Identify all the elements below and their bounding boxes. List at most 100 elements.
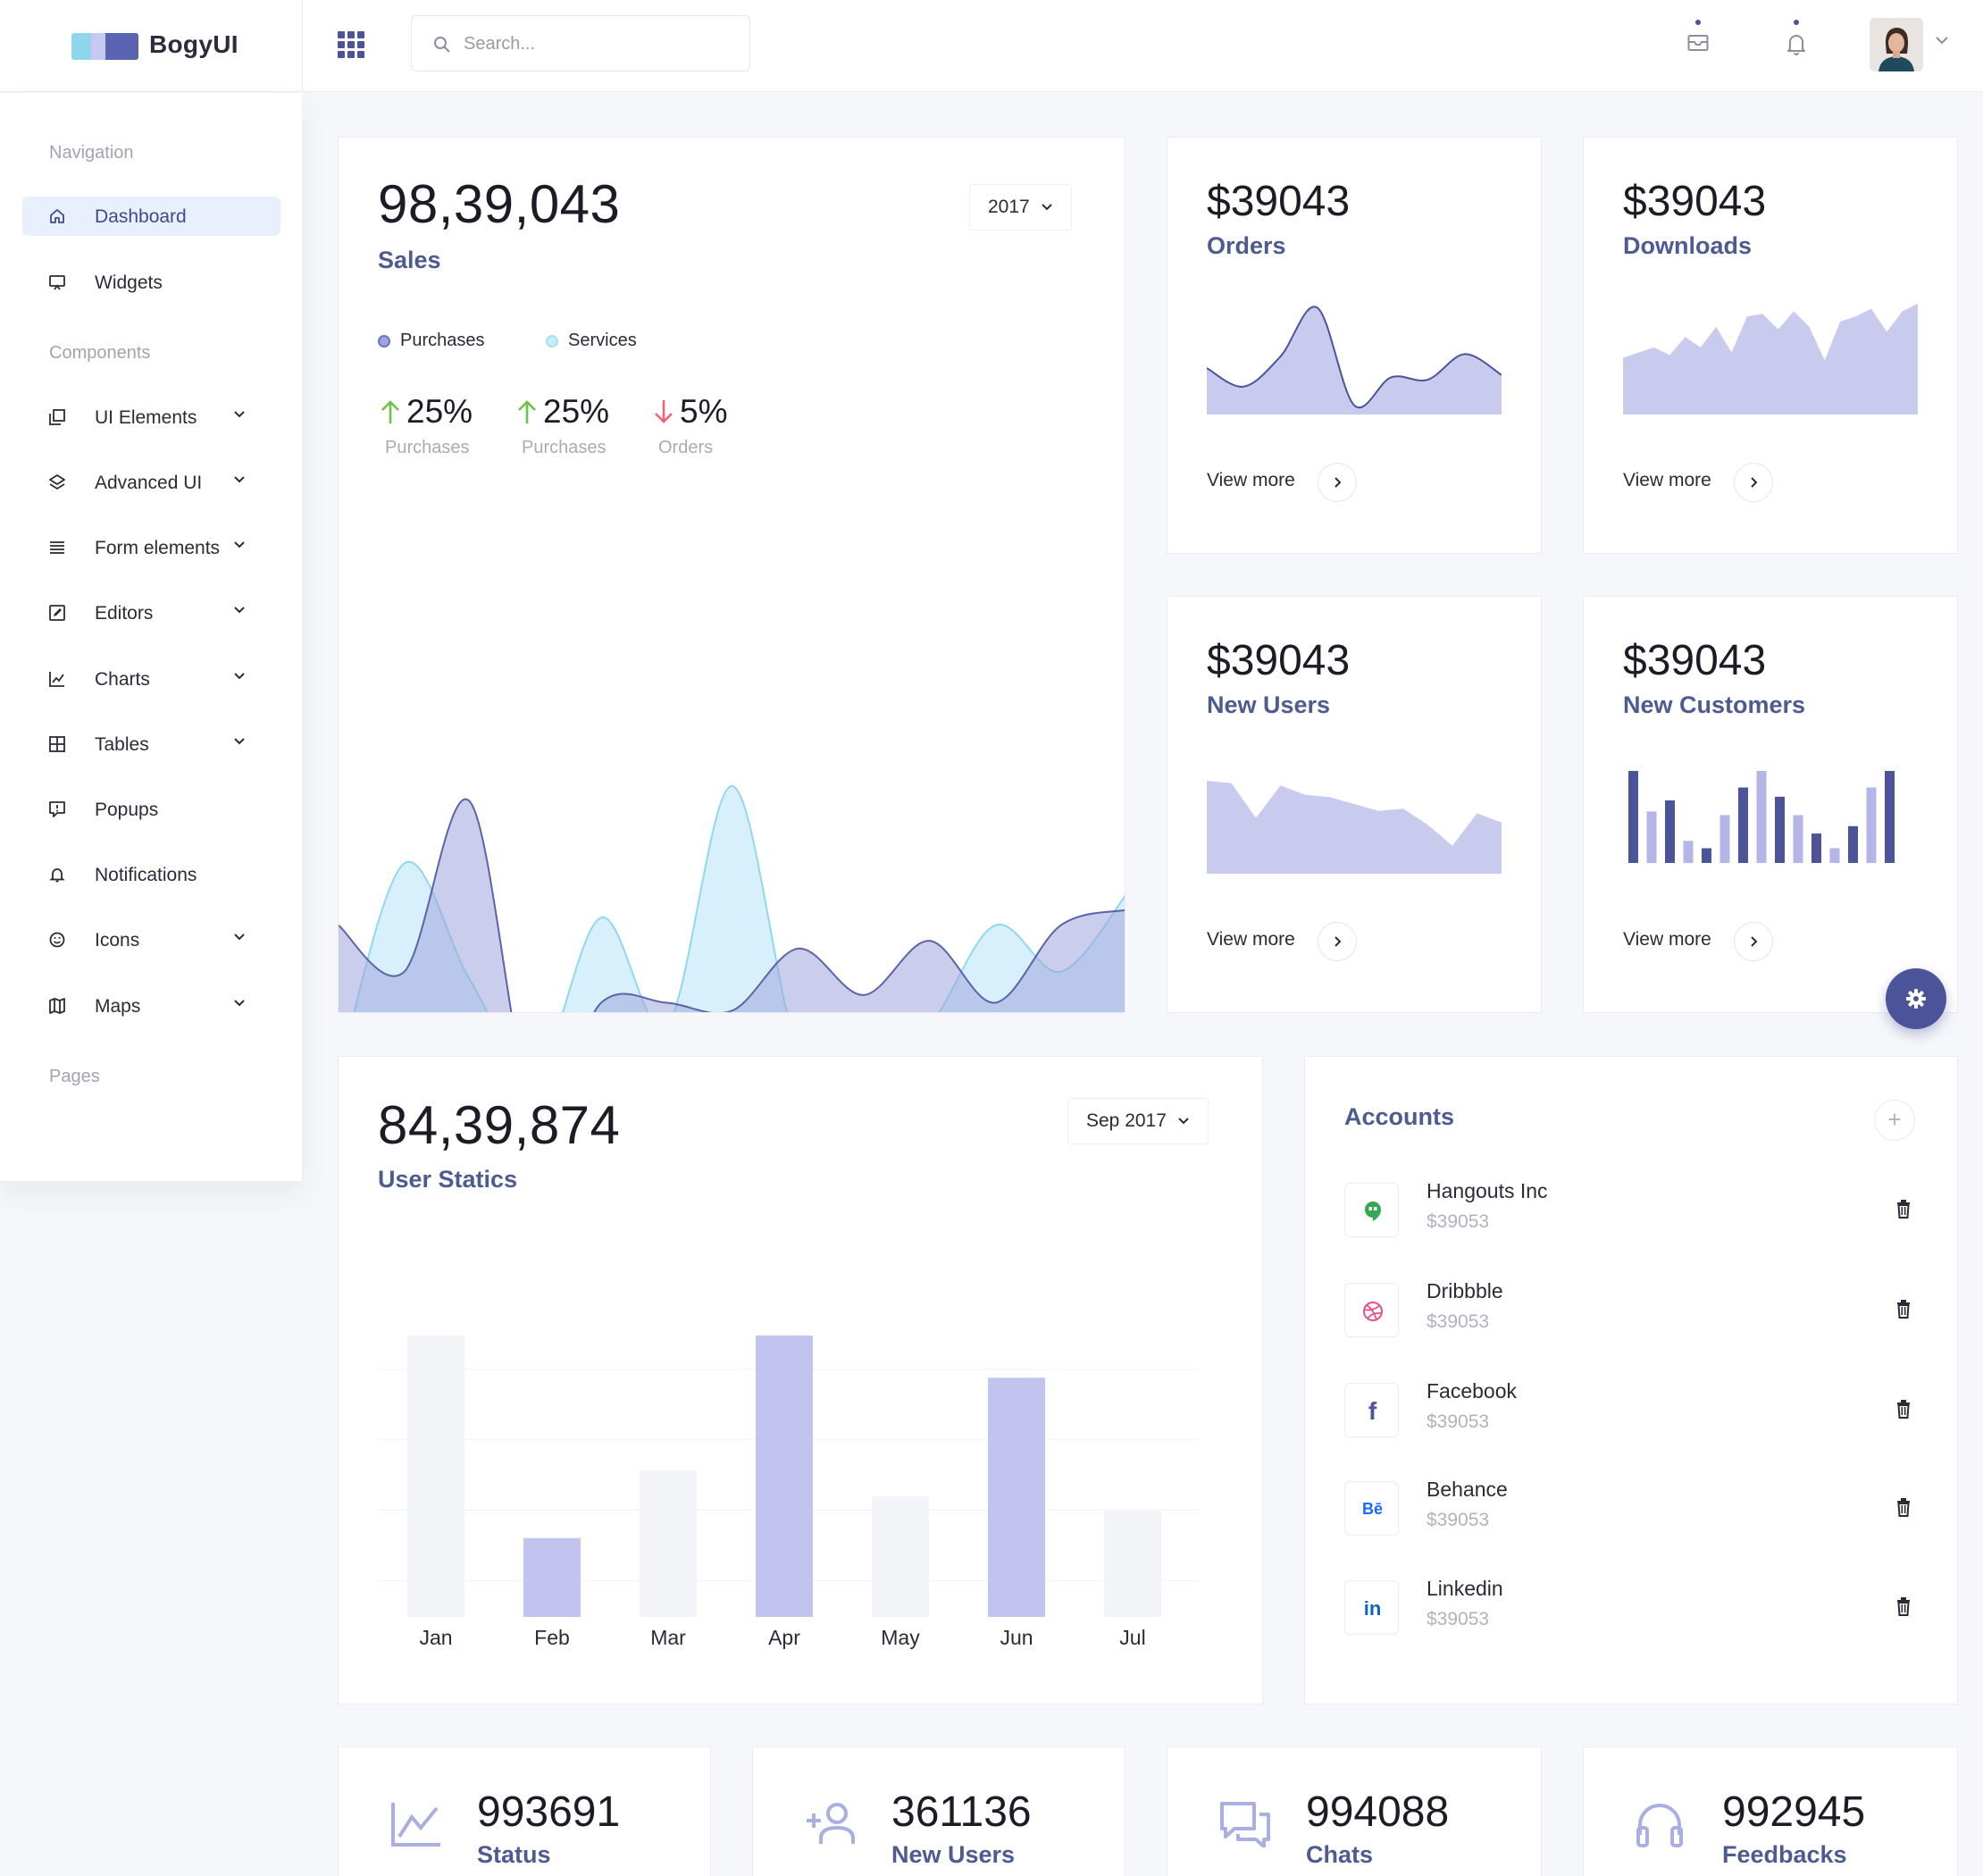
sidebar-item-maps[interactable]: Maps (22, 986, 280, 1026)
hangouts-icon (1344, 1183, 1399, 1237)
chevron-down-icon (234, 738, 245, 745)
trash-icon[interactable] (1895, 1399, 1912, 1419)
account-row-dribbble[interactable]: Dribbble $39053 (1344, 1279, 1916, 1342)
chevron-down-icon (1178, 1118, 1189, 1125)
sidebar-item-charts[interactable]: Charts (22, 659, 280, 699)
sidebar-item-tables[interactable]: Tables (22, 724, 280, 764)
account-row-hangouts[interactable]: Hangouts Inc $39053 (1344, 1179, 1916, 1242)
chevron-down-icon (234, 1000, 245, 1007)
legend-label: Purchases (400, 331, 485, 350)
view-more-link[interactable]: View more (1623, 929, 1711, 951)
behance-icon: Bē (1344, 1481, 1399, 1536)
trash-icon[interactable] (1895, 1299, 1912, 1319)
tick-label: Feb (534, 1626, 570, 1649)
chevron-right-button[interactable] (1318, 463, 1357, 502)
view-more-link[interactable]: View more (1623, 470, 1711, 491)
brand[interactable]: BogyUI (0, 0, 303, 92)
chat-icon (1220, 1802, 1270, 1847)
avatar[interactable] (1870, 18, 1923, 71)
bar (1719, 815, 1730, 863)
trash-icon[interactable] (1895, 1497, 1912, 1517)
account-row-behance[interactable]: Bē Behance $39053 (1344, 1478, 1916, 1540)
chevron-down-icon (234, 541, 245, 549)
sidebar-item-popups[interactable]: Popups (22, 790, 280, 829)
bar (1775, 796, 1785, 863)
new-customers-card: $39043 New Customers View more (1583, 596, 1958, 1013)
view-more-link[interactable]: View more (1207, 470, 1295, 491)
search-box[interactable] (411, 15, 750, 71)
smile-icon (49, 932, 65, 948)
user-statics-label: User Statics (378, 1166, 518, 1193)
sparkline-area (1623, 303, 1918, 415)
legend-swatch (378, 334, 390, 348)
sidebar-item-editors[interactable]: Editors (22, 593, 280, 632)
sidebar-item-notifications[interactable]: Notifications (22, 855, 280, 894)
settings-fab[interactable] (1886, 968, 1946, 1029)
add-account-button[interactable]: + (1874, 1100, 1915, 1141)
account-row-linkedin[interactable]: in Linkedin $39053 (1344, 1577, 1916, 1639)
sidebar-item-widgets[interactable]: Widgets (22, 263, 280, 302)
summary-label: Status (477, 1841, 551, 1868)
apps-grid-icon[interactable] (338, 31, 364, 58)
year-dropdown[interactable]: 2017 (969, 184, 1072, 230)
bell-icon[interactable] (1781, 20, 1811, 64)
stat-label: Orders (658, 438, 714, 457)
summary-label: Chats (1306, 1841, 1374, 1868)
sales-card: 98,39,043 Sales 2017 Purchases Services … (338, 137, 1125, 1013)
top-bar: BogyUI (0, 0, 1983, 92)
tick-label: Jan (419, 1626, 452, 1649)
chevron-down-icon[interactable] (1935, 36, 1949, 45)
bar-jun (988, 1378, 1045, 1617)
bell-icon (49, 868, 65, 883)
list-icon (50, 541, 64, 554)
stat-label: Purchases (522, 438, 607, 457)
period-dropdown[interactable]: Sep 2017 (1067, 1098, 1209, 1144)
downloads-sparkline (1623, 303, 1918, 415)
summary-label: Feedbacks (1722, 1841, 1847, 1868)
card-value: $39043 (1623, 637, 1767, 684)
mail-icon[interactable] (1683, 20, 1713, 64)
sidebar-item-label: Advanced UI (95, 473, 203, 493)
bar (1829, 848, 1840, 863)
chevron-right-button[interactable] (1318, 922, 1357, 961)
chevron-down-icon (234, 934, 245, 941)
account-amount: $39053 (1427, 1311, 1490, 1332)
summary-card-status: 993691 Status (338, 1746, 711, 1876)
sales-value: 98,39,043 (378, 174, 621, 234)
legend-services: Services (546, 331, 637, 351)
brand-logo (71, 33, 138, 60)
card-label: Downloads (1623, 232, 1753, 259)
trash-icon[interactable] (1895, 1596, 1912, 1616)
summary-value: 361136 (891, 1788, 1032, 1836)
trash-icon[interactable] (1895, 1199, 1912, 1219)
user-statics-card: 84,39,874 User Statics Sep 2017 Jan Feb Ma… (338, 1056, 1263, 1704)
chevron-right-button[interactable] (1734, 463, 1773, 502)
account-row-facebook[interactable]: f Facebook $39053 (1344, 1379, 1916, 1442)
chevron-right-icon (1335, 477, 1342, 488)
account-name: Hangouts Inc (1427, 1179, 1548, 1202)
bar (1628, 771, 1638, 863)
card-label: Orders (1207, 232, 1286, 259)
sidebar-item-dashboard[interactable]: Dashboard (22, 197, 280, 236)
legend-swatch (546, 334, 558, 348)
search-input[interactable] (464, 29, 732, 58)
sidebar-item-icons[interactable]: Icons (22, 920, 280, 959)
dribbble-icon (1344, 1283, 1399, 1337)
sidebar-item-advanced-ui[interactable]: Advanced UI (22, 463, 280, 502)
facebook-icon: f (1344, 1383, 1399, 1437)
nav-heading-navigation: Navigation (49, 143, 134, 163)
tick-label: Jul (1119, 1626, 1145, 1649)
sidebar-item-form-elements[interactable]: Form elements (22, 528, 280, 567)
sidebar-item-ui-elements[interactable]: UI Elements (22, 398, 280, 437)
bar (1793, 815, 1803, 863)
chevron-down-icon (234, 673, 245, 680)
sidebar-item-label: Notifications (95, 865, 197, 885)
bar-may (872, 1495, 929, 1617)
new-users-sparkline (1207, 781, 1502, 874)
bar (1665, 800, 1675, 863)
chevron-right-button[interactable] (1734, 922, 1773, 961)
account-name: Dribbble (1427, 1279, 1503, 1302)
bar (1885, 771, 1895, 863)
view-more-link[interactable]: View more (1207, 929, 1295, 951)
edit-icon (49, 605, 65, 621)
